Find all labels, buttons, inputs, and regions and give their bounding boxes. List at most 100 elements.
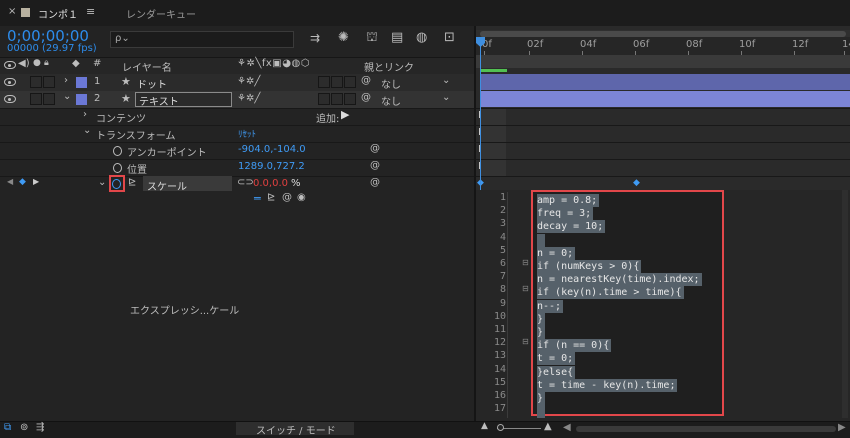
code-line[interactable] [537, 233, 545, 247]
layer-2-lock-box[interactable] [43, 93, 55, 105]
expression-graph-icon[interactable]: ⊵ [267, 192, 275, 203]
column-parent-link[interactable]: 親とリンク [364, 59, 414, 74]
line-number: 15 [493, 376, 506, 388]
timeline-horizontal-scrollbar[interactable] [576, 426, 836, 432]
keyframe-icon[interactable]: ◆ [633, 178, 640, 188]
code-line[interactable]: n = nearestKey(time).index; [537, 273, 702, 287]
code-line[interactable]: t = time - key(n).time; [537, 378, 678, 392]
code-line[interactable]: } [537, 312, 546, 326]
expression-code-area[interactable]: amp = 0.8; freq = 3; decay = 10; n = 0; if … [531, 190, 724, 419]
zoom-in-icon[interactable]: ▲ [544, 421, 552, 432]
code-line[interactable]: if (n == 0){ [537, 339, 612, 353]
expression-scrollbar[interactable] [842, 190, 848, 418]
search-input[interactable] [110, 31, 294, 48]
work-area-bar[interactable] [476, 55, 850, 68]
graph-editor-icon[interactable]: ⊡ [444, 30, 455, 45]
position-stopwatch-icon[interactable] [113, 163, 122, 173]
anchor-pickwhip-icon[interactable]: @ [370, 143, 380, 154]
layer-1-expand-icon[interactable]: › [64, 75, 68, 86]
code-line[interactable]: } [537, 326, 546, 339]
fold-marker-icon[interactable]: ⊟ [522, 284, 529, 293]
code-line[interactable]: decay = 10; [537, 220, 606, 234]
layer-1-label-color[interactable] [76, 77, 87, 88]
transform-label[interactable]: トランスフォーム [96, 127, 176, 142]
motion-blur-icon[interactable]: ◍ [416, 30, 427, 45]
zoom-out-icon[interactable]: ▲ [481, 421, 488, 431]
contents-label[interactable]: コンテンツ [96, 110, 146, 125]
line-number: 1 [499, 192, 506, 203]
timeline-row-separator [476, 142, 850, 143]
layer-2-visibility-icon[interactable] [4, 95, 16, 103]
layer-2-solo-box[interactable] [30, 93, 42, 105]
scale-stopwatch-icon[interactable] [112, 179, 121, 189]
layer-2-switch-box-c[interactable] [344, 93, 356, 105]
layer-1-switch-box-b[interactable] [331, 76, 343, 88]
anchor-point-value[interactable]: -904.0,-104.0 [238, 144, 306, 155]
composition-flowchart-icon[interactable]: ⇉ [310, 31, 320, 45]
frame-blending-icon[interactable]: ▤ [391, 30, 403, 45]
code-line[interactable]: if (numKeys > 0){ [537, 260, 642, 273]
layer-1-visibility-icon[interactable] [4, 78, 16, 86]
layer-2-pickwhip-icon[interactable]: @ [361, 92, 371, 103]
layer-2-switches-icons[interactable]: ⚘✲╱ [237, 93, 260, 104]
anchor-stopwatch-icon[interactable] [113, 146, 122, 156]
layer-2-label-color[interactable] [76, 94, 87, 105]
layer-2-duration-bar[interactable] [480, 91, 850, 107]
code-line[interactable]: if (key(n).time > time){ [537, 286, 684, 300]
line-number: 8 [499, 284, 506, 296]
position-value[interactable]: 1289.0,727.2 [238, 161, 305, 172]
layer-2-collapse-icon[interactable]: ⌄ [63, 91, 71, 102]
timeline-scroll-left-icon[interactable]: ◀ [563, 422, 571, 433]
position-pickwhip-icon[interactable]: @ [370, 160, 380, 171]
add-menu-icon[interactable]: ▶ [341, 108, 349, 121]
prev-keyframe-icon[interactable]: ◀ [7, 177, 13, 186]
add-keyframe-icon[interactable]: ◆ [19, 177, 26, 187]
layer-2-switch-box-a[interactable] [318, 93, 330, 105]
expression-language-menu-icon[interactable]: ◉ [297, 192, 306, 203]
scale-value[interactable]: 0.0,0.0 [253, 178, 288, 189]
code-line[interactable] [537, 405, 545, 419]
fold-marker-icon[interactable]: ⊟ [522, 337, 529, 346]
expression-enable-icon[interactable]: ═ [254, 192, 261, 205]
layer-2-switch-box-b[interactable] [331, 93, 343, 105]
tab-menu-icon[interactable]: ≡ [86, 5, 95, 18]
code-line[interactable]: }else{ [537, 365, 576, 379]
code-line[interactable]: freq = 3; [537, 207, 594, 221]
layer-1-lock-box[interactable] [43, 76, 55, 88]
tab-close-icon[interactable]: × [8, 6, 16, 17]
layer-1-switches-icons[interactable]: ⚘✲╱ [237, 76, 260, 87]
column-layer-name[interactable]: レイヤー名 [122, 59, 172, 74]
code-line[interactable]: } [537, 392, 546, 405]
code-line[interactable]: t = 0; [537, 352, 576, 366]
layer-1-solo-box[interactable] [30, 76, 42, 88]
transform-reset-link[interactable]: ﾘｾｯﾄ [238, 127, 256, 140]
line-number: 12 [493, 337, 506, 349]
zoom-slider-handle[interactable] [497, 424, 504, 431]
layer-1-switch-box-c[interactable] [344, 76, 356, 88]
toggle-in-out-icon[interactable]: ⇶ [36, 422, 44, 433]
layer-1-duration-bar[interactable] [480, 74, 850, 90]
layer-1-name[interactable]: ドット [137, 76, 167, 91]
tab-composition-label[interactable]: コンポ１ [38, 6, 78, 21]
scale-collapse-icon[interactable]: ⌄ [98, 177, 106, 188]
code-line[interactable]: amp = 0.8; [537, 194, 600, 207]
fold-marker-icon[interactable]: ⊟ [522, 258, 529, 267]
shy-layers-icon[interactable]: ⛫ [366, 30, 378, 47]
contents-expand-icon[interactable]: › [83, 109, 87, 120]
time-ruler-ticks: 0f02f04f06f08f10f12f14f [476, 37, 850, 55]
layer-1-pickwhip-icon[interactable]: @ [361, 75, 371, 86]
transform-collapse-icon[interactable]: ⌄ [83, 125, 91, 136]
next-keyframe-icon[interactable]: ▶ [33, 177, 39, 186]
toggle-modes-icon[interactable]: ⊚ [20, 422, 28, 433]
code-line[interactable]: n--; [537, 299, 564, 313]
timeline-scroll-right-icon[interactable]: ▶ [838, 422, 846, 433]
draft-3d-icon[interactable]: ✺ [338, 30, 349, 45]
toggle-layer-switches-icon[interactable]: ⧉ [4, 422, 11, 433]
constrain-proportions-icon[interactable]: ⊂⊃ [237, 177, 254, 188]
graph-icon[interactable]: ⊵ [128, 177, 136, 188]
scale-pickwhip-icon[interactable]: @ [370, 177, 380, 188]
tab-render-queue[interactable]: レンダーキュー [126, 6, 196, 21]
code-line[interactable]: n = 0; [537, 246, 576, 260]
layer-1-switch-box-a[interactable] [318, 76, 330, 88]
expression-pickwhip-icon[interactable]: @ [282, 192, 292, 203]
